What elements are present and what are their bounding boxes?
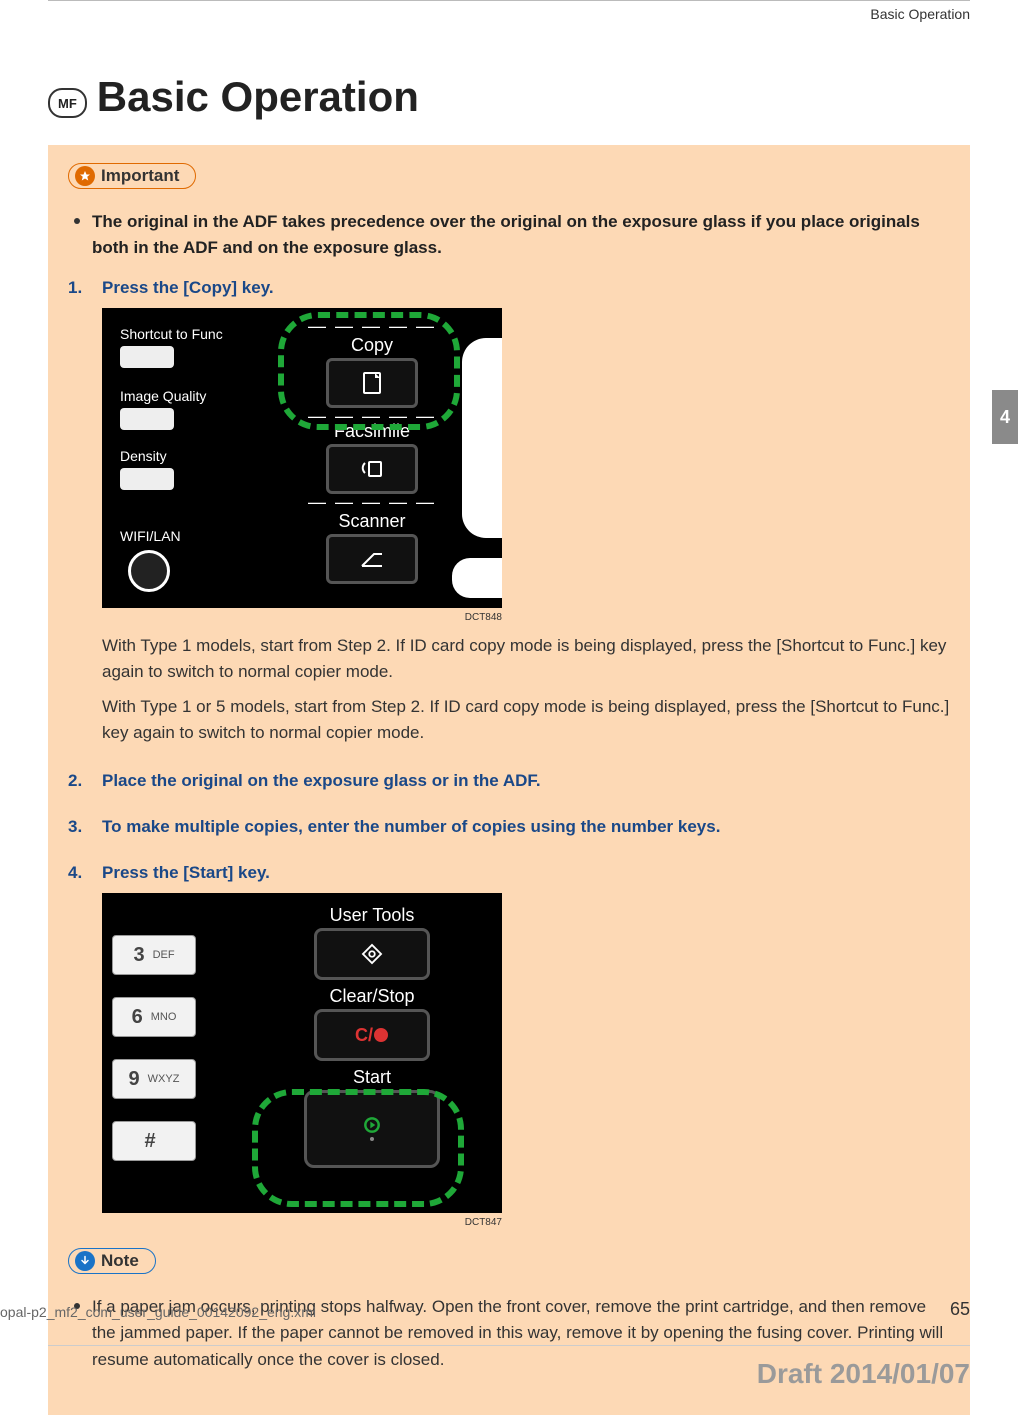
step-number: 3. [68,817,102,837]
user-tools-label: User Tools [282,905,462,926]
wifi-knob-icon [128,550,170,592]
printer-panel-1: Shortcut to Func Image Quality Density W… [102,308,502,608]
panel-right-slab-2 [452,558,502,598]
panel-right-slab [462,338,502,538]
step-paragraph: With Type 1 models, start from Step 2. I… [102,633,950,684]
step-1: 1. Press the [Copy] key. Shortcut to Fun… [68,278,950,755]
important-label: Important [101,166,179,186]
document-page: Basic Operation 4 MF Basic Operation Imp… [0,0,1018,1420]
step-number: 1. [68,278,102,298]
softkey-icon [120,346,174,368]
footer-filename: opal-p2_mf2_com_user_guide_00142092_eng.… [0,1304,316,1320]
important-callout: Important [68,163,196,189]
keypad-hash: # [112,1121,196,1161]
step-4: 4. Press the [Start] key. 3DEF 6MNO 9WXY… [68,863,950,1232]
printer-panel-2: 3DEF 6MNO 9WXYZ # User Tools Clear/Stop [102,893,502,1213]
step-title: Place the original on the exposure glass… [102,771,950,791]
body-box: Important The original in the ADF takes … [48,145,970,1415]
page-number: 65 [950,1299,970,1320]
note-label: Note [101,1251,139,1271]
chapter-tab: 4 [992,390,1018,444]
softkey-icon [120,468,174,490]
step-3: 3. To make multiple copies, enter the nu… [68,817,950,847]
highlight-dashed-icon [252,1089,464,1207]
step-2: 2. Place the original on the exposure gl… [68,771,950,801]
keypad-6: 6MNO [112,997,196,1037]
content-area: MF Basic Operation Important The origina… [48,73,970,1415]
softkey-icon [120,408,174,430]
arrow-down-icon [75,1251,95,1271]
clear-stop-symbol: C/ [355,1025,373,1046]
figure-1: Shortcut to Func Image Quality Density W… [102,308,950,623]
running-head: Basic Operation [870,6,970,22]
clear-stop-label: Clear/Stop [282,986,462,1007]
step-title: Press the [Copy] key. [102,278,950,298]
user-tools-button-icon [314,928,430,980]
fax-button-icon [326,444,418,494]
star-icon [75,166,95,186]
wifi-label: WIFI/LAN [120,528,181,544]
step-number: 4. [68,863,102,883]
step-number: 2. [68,771,102,791]
top-rule [48,0,970,1]
scanner-label: Scanner [302,511,442,532]
figure-label: DCT848 [102,612,502,623]
divider-icon: — — — — — [302,492,442,513]
note-callout: Note [68,1248,156,1274]
title-row: MF Basic Operation [48,73,970,121]
density-label: Density [120,448,167,464]
clear-stop-button-icon: C/ [314,1009,430,1061]
footer-rule [48,1345,970,1346]
step-title: Press the [Start] key. [102,863,950,883]
figure-2: 3DEF 6MNO 9WXYZ # User Tools Clear/Stop [102,893,950,1228]
keypad-9: 9WXYZ [112,1059,196,1099]
keypad-3: 3DEF [112,935,196,975]
figure-label: DCT847 [102,1217,502,1228]
important-text: The original in the ADF takes precedence… [92,209,950,260]
page-title: Basic Operation [97,73,419,121]
mf-badge: MF [48,88,87,118]
draft-stamp: Draft 2014/01/07 [757,1358,970,1390]
bullet-icon [74,218,80,224]
start-label: Start [282,1067,462,1088]
shortcut-label: Shortcut to Func [120,326,223,342]
highlight-dashed-icon [278,312,460,430]
steps-list: 1. Press the [Copy] key. Shortcut to Fun… [68,278,950,1232]
step-paragraph: With Type 1 or 5 models, start from Step… [102,694,950,745]
step-title: To make multiple copies, enter the numbe… [102,817,950,837]
image-quality-label: Image Quality [120,388,206,404]
important-bullet-row: The original in the ADF takes precedence… [74,209,950,260]
scanner-button-icon [326,534,418,584]
